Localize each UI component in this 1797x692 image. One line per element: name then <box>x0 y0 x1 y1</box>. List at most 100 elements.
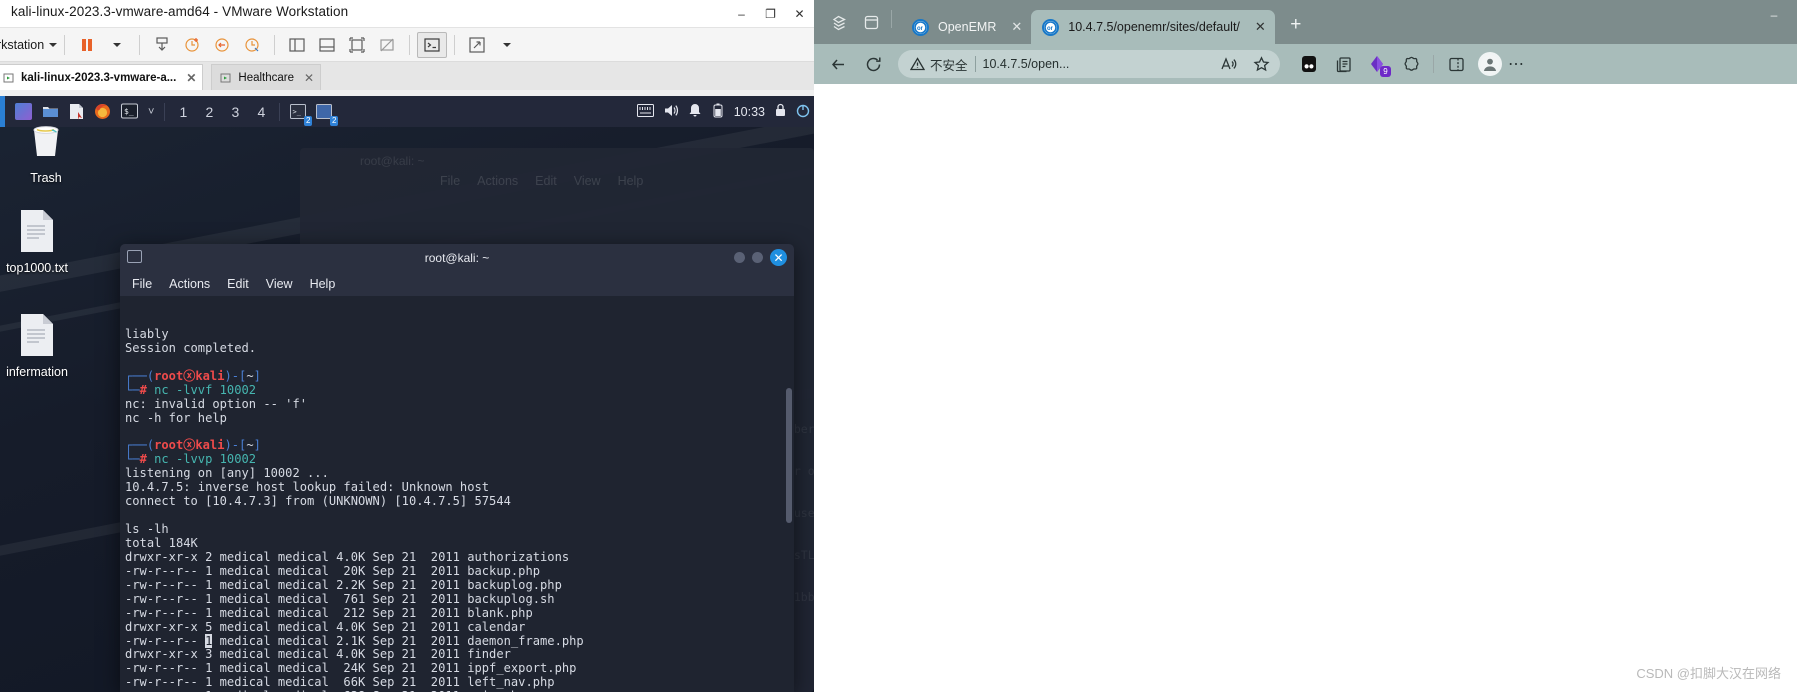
battery-icon[interactable] <box>711 103 725 121</box>
edge-tab-openemr[interactable]: or OpenEMR ✕ <box>901 10 1031 44</box>
collections-icon[interactable] <box>1327 49 1359 79</box>
take-snapshot-button[interactable] <box>177 32 207 58</box>
keyboard-layout-icon[interactable] <box>636 103 654 120</box>
terminal-line: -rw-r--r-- 1 medical medical 20K Sep 21 … <box>125 563 541 578</box>
notifications-icon[interactable] <box>688 103 702 121</box>
taskbar-browser-window[interactable]: 2 <box>311 96 339 127</box>
vm-tab-kali[interactable]: kali-linux-2023.3-vmware-a... ✕ <box>0 64 204 90</box>
desktop-icon-top1000[interactable]: top1000.txt <box>0 208 83 275</box>
trash-icon <box>0 120 92 167</box>
chevron-down-icon <box>503 42 512 47</box>
bg-menu-file[interactable]: File <box>440 174 460 198</box>
firefox-icon[interactable] <box>89 96 116 127</box>
prompt-box-glyph: ┌── <box>125 368 147 383</box>
security-warning-label: 不安全 <box>930 58 968 73</box>
new-tab-button[interactable]: + <box>1282 11 1310 39</box>
bg-menu-view[interactable]: View <box>574 174 601 198</box>
terminal-minimize-button[interactable] <box>734 252 745 263</box>
terminal-maximize-button[interactable] <box>752 252 763 263</box>
kali-guest-screen: $_ ˅ 1 2 3 4 >_ 2 2 10:33 Trash top1000.… <box>0 96 814 692</box>
edge-browser-window: or OpenEMR ✕ or 10.4.7.5/openemr/sites/d… <box>814 0 1797 692</box>
terminal-line: -rw-r--r-- 1 medical medical 2.1K Sep 21… <box>125 633 584 648</box>
terminal-menu-edit[interactable]: Edit <box>227 277 249 291</box>
vmware-minimize-button[interactable]: – <box>727 0 756 28</box>
workspace-3[interactable]: 3 <box>222 104 248 120</box>
prompt-user: root <box>154 368 184 383</box>
terminal-line: -rw-r--r-- 1 medical medical 24K Sep 21 … <box>125 661 577 676</box>
terminal-menu-view[interactable]: View <box>266 277 293 291</box>
bg-menu-edit[interactable]: Edit <box>535 174 557 198</box>
bg-menu-actions[interactable]: Actions <box>477 174 518 198</box>
volume-icon[interactable] <box>663 103 679 121</box>
split-window-icon[interactable] <box>1440 49 1472 79</box>
extension-diamond-icon[interactable]: 9 <box>1361 49 1393 79</box>
desktop-icon-infermation[interactable]: infermation <box>0 312 83 379</box>
lock-icon[interactable] <box>774 103 787 121</box>
pause-dropdown-button[interactable] <box>102 32 132 58</box>
terminal-line: total 184K <box>125 535 198 550</box>
edge-minimize-button[interactable]: – <box>1757 2 1791 28</box>
terminal-line: connect to [10.4.7.3] from (UNKNOWN) [10… <box>125 494 511 509</box>
security-warning[interactable]: 不安全 <box>910 55 968 74</box>
read-aloud-icon[interactable] <box>1215 52 1241 76</box>
pause-vm-button[interactable] <box>72 32 102 58</box>
address-bar[interactable]: 不安全 10.4.7.5/open... <box>898 50 1280 78</box>
stretch-guest-button[interactable] <box>462 32 492 58</box>
desktop-icon-trash[interactable]: Trash <box>0 120 92 185</box>
url-text[interactable]: 10.4.7.5/open... <box>983 57 1208 71</box>
reload-button[interactable] <box>857 49 889 79</box>
tab-actions-icon[interactable] <box>824 8 854 36</box>
workstation-menu-button[interactable]: orkstation <box>0 38 58 52</box>
terminal-line: -rw-r--r-- 1 medical medical 2.2K Sep 21… <box>125 577 562 592</box>
tab-copilot-icon[interactable] <box>856 8 886 36</box>
terminal-titlebar[interactable]: root@kali: ~ ✕ <box>120 244 794 271</box>
terminal-icon[interactable]: $_ <box>116 96 143 127</box>
snapshot-manager-button[interactable] <box>147 32 177 58</box>
kali-clock[interactable]: 10:33 <box>734 105 765 119</box>
console-view-button[interactable] <box>417 31 448 58</box>
edge-tab-openemr-default-close[interactable]: ✕ <box>1255 19 1266 35</box>
browser-essentials-icon[interactable] <box>1395 49 1427 79</box>
vm-tab-healthcare-close[interactable]: ✕ <box>304 71 314 85</box>
show-thumbnail-bar-button[interactable] <box>312 32 342 58</box>
taskbar-terminal-window[interactable]: >_ 2 <box>285 96 313 127</box>
bg-menu-help[interactable]: Help <box>618 174 644 198</box>
fullscreen-button[interactable] <box>342 32 372 58</box>
terminal-menu-file[interactable]: File <box>132 277 152 291</box>
terminal-close-button[interactable]: ✕ <box>770 249 787 266</box>
omnibox-divider <box>974 56 976 72</box>
terminal-output[interactable]: liably Session completed. ┌──(rootⓧkali)-… <box>120 296 794 692</box>
profile-avatar-icon[interactable] <box>1474 49 1506 79</box>
split-screen-icon[interactable] <box>1293 49 1325 79</box>
vmware-close-button[interactable]: ✕ <box>785 0 814 28</box>
vmware-toolbar: orkstation <box>0 28 814 62</box>
workspace-2[interactable]: 2 <box>196 104 222 120</box>
show-library-button[interactable] <box>282 32 312 58</box>
edge-tab-openemr-close[interactable]: ✕ <box>1011 19 1022 35</box>
terminal-menu-actions[interactable]: Actions <box>169 277 210 291</box>
workspace-1[interactable]: 1 <box>170 104 196 120</box>
settings-more-icon[interactable]: ⋯ <box>1508 49 1524 79</box>
back-button[interactable] <box>822 49 854 79</box>
star-icon[interactable] <box>1248 52 1274 76</box>
workspace-4[interactable]: 4 <box>248 104 274 120</box>
edge-page-viewport[interactable]: CSDN @扣脚大汉在网络 <box>814 84 1797 692</box>
stretch-dropdown-button[interactable] <box>492 32 522 58</box>
taskbar-divider-1 <box>164 102 166 121</box>
edge-tab-openemr-default[interactable]: or 10.4.7.5/openemr/sites/default/ ✕ <box>1031 10 1275 44</box>
terminal-dropdown-caret[interactable]: ˅ <box>143 96 159 127</box>
terminal-menu-help[interactable]: Help <box>310 277 336 291</box>
vm-tab-kali-close[interactable]: ✕ <box>186 71 196 85</box>
revert-snapshot-button[interactable] <box>207 32 237 58</box>
terminal-line: └─# nc -lvvf 10002 <box>125 382 257 397</box>
manage-snapshots-button[interactable] <box>237 32 267 58</box>
vmware-maximize-button[interactable]: ❐ <box>756 0 785 28</box>
unity-mode-button[interactable] <box>372 32 402 58</box>
terminal-window-icon <box>127 250 142 263</box>
power-icon[interactable] <box>796 103 810 121</box>
terminal-scrollbar[interactable] <box>786 388 792 523</box>
edge-toolbar-actions: 9 ⋯ <box>1293 49 1524 79</box>
vm-tab-healthcare[interactable]: Healthcare ✕ <box>211 64 322 90</box>
terminal-window[interactable]: root@kali: ~ ✕ File Actions Edit View He… <box>120 244 794 692</box>
